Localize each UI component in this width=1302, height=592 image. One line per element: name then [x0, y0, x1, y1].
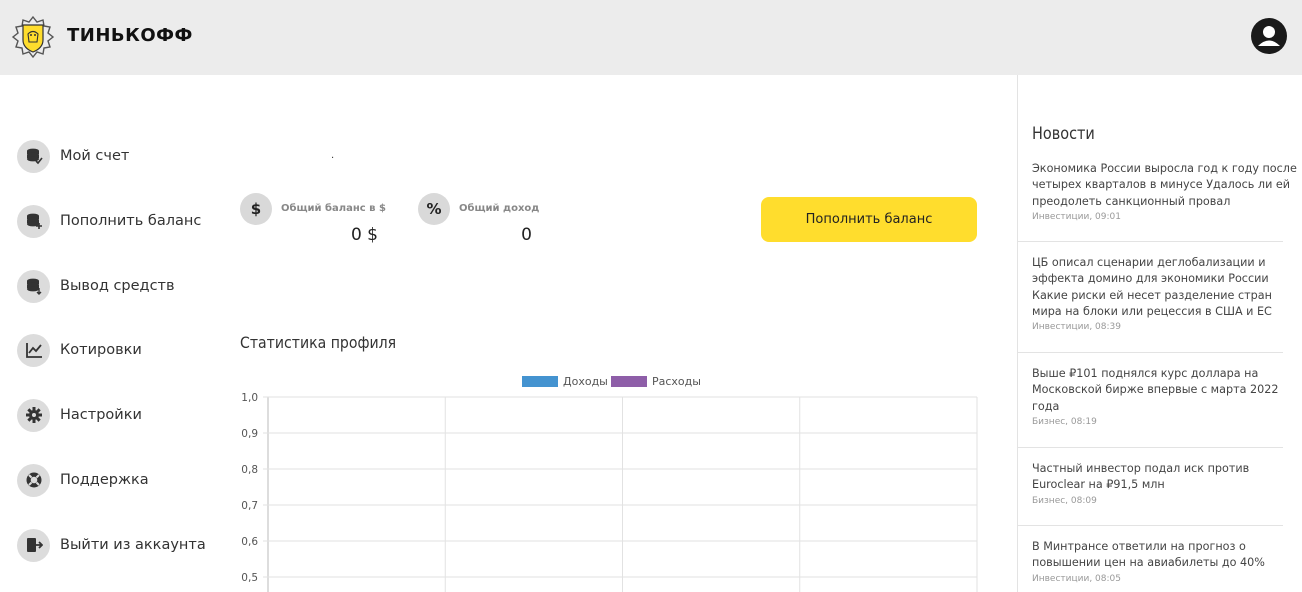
y-tick-label: 0,5	[241, 572, 258, 584]
news-headline: Частный инвестор подал иск против Eurocl…	[1032, 462, 1250, 492]
sidebar-item-withdraw[interactable]: Вывод средств	[17, 269, 175, 303]
tinkoff-logo-emblem[interactable]	[9, 14, 57, 60]
income-value: 0	[521, 225, 532, 245]
y-tick-label: 0,9	[241, 428, 258, 440]
news-headline: Экономика России выросла год к году посл…	[1032, 162, 1297, 208]
sidebar-item-label: Вывод средств	[60, 278, 175, 294]
news-headline: Выше ₽101 поднялся курс доллара на Моско…	[1032, 367, 1279, 413]
topup-balance-button[interactable]: Пополнить баланс	[761, 197, 977, 242]
news-headline: В Минтрансе ответили на прогноз о повыше…	[1032, 540, 1265, 570]
news-panel	[1017, 75, 1302, 592]
dollar-icon: $	[240, 193, 272, 225]
y-tick-label: 0,8	[241, 464, 258, 476]
y-tick-label: 0,7	[241, 500, 258, 512]
logout-icon	[17, 528, 50, 562]
divider	[1018, 525, 1283, 526]
percent-icon: %	[418, 193, 450, 225]
account-placeholder-text: .	[331, 150, 335, 161]
news-meta: Бизнес, 08:19	[1032, 416, 1097, 427]
balance-label: Общий баланс в $	[281, 203, 386, 214]
coins-plus-icon	[17, 204, 50, 238]
news-headline: ЦБ описал сценарии деглобализации и эффе…	[1032, 256, 1272, 318]
lifebuoy-icon	[17, 463, 50, 497]
y-tick-label: 0,6	[241, 536, 258, 548]
sidebar-item-settings[interactable]: Настройки	[17, 398, 142, 432]
brand-name: ТИНЬКОФФ	[67, 25, 193, 46]
sidebar-item-label: Котировки	[60, 342, 142, 358]
news-meta: Инвестиции, 08:05	[1032, 573, 1121, 584]
sidebar-item-support[interactable]: Поддержка	[17, 463, 149, 497]
sidebar-item-quotes[interactable]: Котировки	[17, 333, 142, 367]
stats-title: Статистика профиля	[240, 333, 397, 352]
divider	[1018, 447, 1283, 448]
sidebar-item-label: Поддержка	[60, 472, 149, 488]
news-meta: Инвестиции, 09:01	[1032, 211, 1121, 222]
top-bar: ТИНЬКОФФ	[0, 0, 1302, 75]
sidebar-item-label: Пополнить баланс	[60, 213, 202, 229]
profile-stats-chart: 1,0 0,9 0,8 0,7 0,6 0,5	[241, 392, 978, 592]
news-title: Новости	[1032, 124, 1095, 144]
sidebar-item-logout[interactable]: Выйти из аккаунта	[17, 528, 206, 562]
news-item[interactable]: Частный инвестор подал иск против Eurocl…	[1018, 461, 1297, 506]
sidebar-item-label: Мой счет	[60, 148, 130, 164]
news-item[interactable]: В Минтрансе ответили на прогноз о повыше…	[1018, 539, 1297, 584]
coins-withdraw-icon	[17, 269, 50, 303]
gear-icon	[17, 398, 50, 432]
balance-value: 0 $	[350, 225, 378, 245]
user-avatar-icon[interactable]	[1251, 18, 1287, 54]
sidebar-item-label: Настройки	[60, 407, 142, 423]
sidebar-item-label: Выйти из аккаунта	[60, 537, 206, 553]
divider	[1018, 241, 1283, 242]
income-label: Общий доход	[459, 203, 540, 214]
news-item[interactable]: Экономика России выросла год к году посл…	[1018, 161, 1297, 222]
news-item[interactable]: Выше ₽101 поднялся курс доллара на Моско…	[1018, 366, 1297, 427]
y-tick-label: 1,0	[241, 392, 258, 404]
sidebar-item-topup[interactable]: Пополнить баланс	[17, 204, 201, 238]
chart-line-icon	[17, 333, 50, 367]
coins-check-icon	[17, 139, 50, 173]
divider	[1018, 352, 1283, 353]
news-meta: Бизнес, 08:09	[1032, 495, 1097, 506]
sidebar-item-my-account[interactable]: Мой счет	[17, 139, 129, 173]
news-item[interactable]: ЦБ описал сценарии деглобализации и эффе…	[1018, 255, 1297, 332]
news-meta: Инвестиции, 08:39	[1032, 322, 1121, 333]
